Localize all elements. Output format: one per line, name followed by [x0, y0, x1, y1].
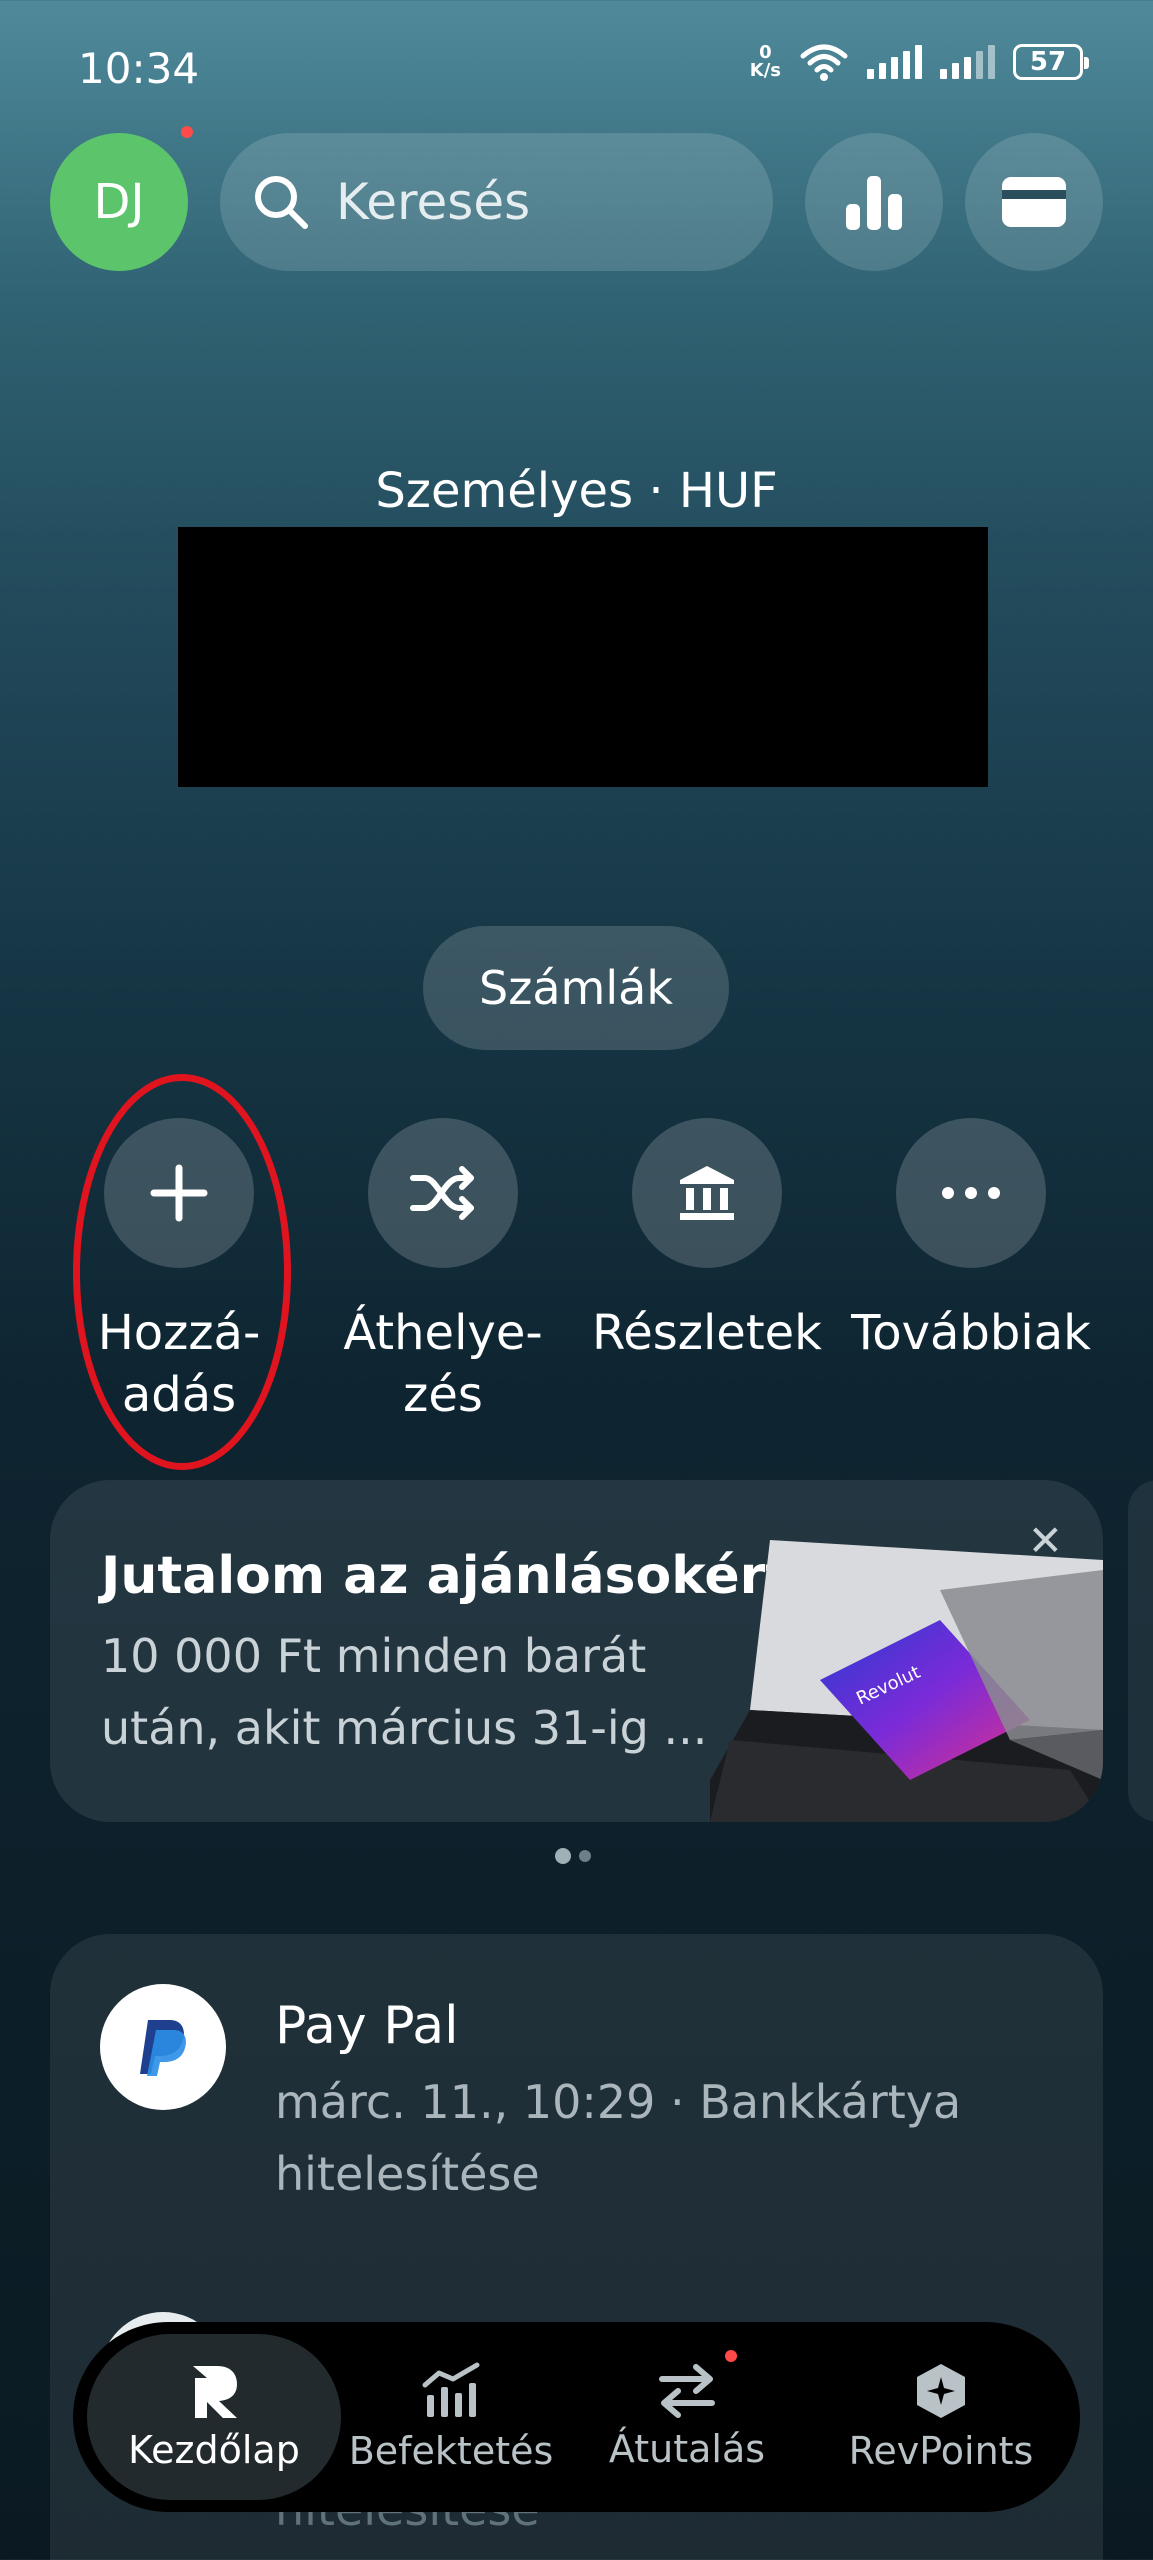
nav-item-revpoints[interactable]: RevPoints: [821, 2334, 1061, 2500]
action-move-button[interactable]: [368, 1118, 518, 1268]
invest-chart-icon: [422, 2362, 480, 2417]
nav-label-invest: Befektetés: [348, 2429, 554, 2473]
transaction-name: Pay Pal: [275, 1996, 459, 2056]
cell-signal-icon-1: [867, 45, 922, 79]
bank-icon: [680, 1166, 734, 1220]
account-label[interactable]: Személyes · HUF: [0, 463, 1153, 519]
cards-button[interactable]: [965, 133, 1103, 271]
action-move-label: Áthelye- zés: [343, 1305, 543, 1423]
action-more-label: Továbbiak: [851, 1305, 1091, 1361]
network-speed: 0 K/s: [750, 44, 781, 80]
carousel-dots: [555, 1848, 591, 1864]
accounts-button[interactable]: Számlák: [423, 926, 729, 1050]
avatar[interactable]: DJ: [50, 133, 188, 271]
revpoints-icon: [917, 2364, 965, 2418]
notification-dot: [181, 126, 193, 138]
transfer-arrows-icon: [659, 2364, 715, 2418]
status-icons: 0 K/s 57: [750, 42, 1089, 82]
nav-item-transfer[interactable]: Átutalás: [577, 2334, 797, 2500]
status-bar: 10:34 0 K/s 57: [0, 0, 1153, 140]
nav-item-home[interactable]: Kezdőlap: [87, 2334, 341, 2500]
bottom-nav: Kezdőlap Befektetés Átutalás RevPoints: [73, 2322, 1080, 2512]
nav-label-revpoints: RevPoints: [848, 2429, 1034, 2473]
next-promo-card[interactable]: [1128, 1480, 1153, 1822]
promo-card-illustration: Revolut: [710, 1540, 1103, 1822]
nav-label-transfer: Átutalás: [608, 2427, 766, 2471]
action-more-button[interactable]: [896, 1118, 1046, 1268]
wifi-icon: [800, 44, 848, 81]
promo-subtitle: 10 000 Ft minden barát után, akit márciu…: [101, 1629, 708, 1755]
paypal-icon: [100, 1984, 226, 2110]
cell-signal-icon-2: [940, 45, 995, 79]
shuffle-icon: [410, 1166, 474, 1220]
bar-chart-icon: [846, 176, 902, 230]
transaction-detail: márc. 11., 10:29 · Bankkártya hitelesíté…: [275, 2075, 962, 2201]
more-icon: [942, 1187, 1000, 1199]
network-speed-unit: K/s: [749, 60, 781, 81]
action-move[interactable]: Áthelye- zés: [313, 1118, 573, 1426]
search-icon: [255, 176, 308, 229]
battery-icon: 57: [1013, 44, 1089, 80]
carousel-dot-active: [555, 1848, 571, 1864]
analytics-button[interactable]: [805, 133, 943, 271]
action-more[interactable]: Továbbiak: [841, 1118, 1101, 1364]
search-bar[interactable]: Keresés: [220, 133, 773, 271]
promo-title: Jutalom az ajánlásokért: [101, 1546, 791, 1606]
highlight-annotation: [73, 1074, 291, 1470]
revolut-r-icon: [193, 2366, 237, 2418]
status-time: 10:34: [78, 44, 200, 93]
action-details-button[interactable]: [632, 1118, 782, 1268]
balance-redacted: [178, 527, 988, 787]
action-details-label: Részletek: [592, 1305, 822, 1361]
carousel-dot: [579, 1850, 591, 1862]
card-icon: [1002, 177, 1066, 227]
nav-item-invest[interactable]: Befektetés: [341, 2334, 561, 2500]
nav-label-home: Kezdőlap: [128, 2428, 300, 2472]
search-placeholder: Keresés: [336, 173, 531, 231]
notification-dot: [725, 2350, 737, 2362]
action-details[interactable]: Részletek: [577, 1118, 837, 1364]
promo-card[interactable]: Jutalom az ajánlásokért 10 000 Ft minden…: [50, 1480, 1103, 1822]
close-icon[interactable]: ✕: [1028, 1516, 1063, 1565]
